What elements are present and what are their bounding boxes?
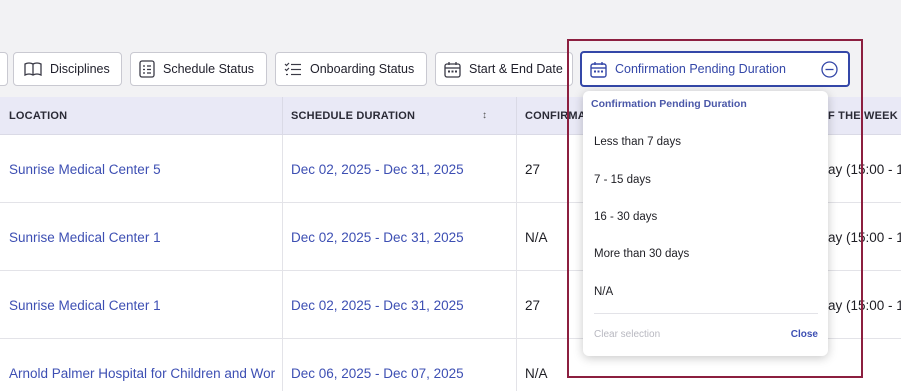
cell-location[interactable]: Sunrise Medical Center 1 xyxy=(9,271,279,339)
header-divider xyxy=(282,97,283,135)
header-confirmation[interactable]: CONFIRMA xyxy=(525,97,585,135)
top-band xyxy=(0,0,901,40)
sort-icon[interactable]: ↕ xyxy=(482,110,487,121)
cell-days: ay (15:00 - 1 xyxy=(828,161,901,177)
cell-schedule-duration[interactable]: Dec 02, 2025 - Dec 31, 2025 xyxy=(291,135,511,203)
filter-bar: Disciplines Schedule Status Onboarding S… xyxy=(0,51,901,87)
filter-schedule-status[interactable]: Schedule Status xyxy=(130,52,267,86)
cell-schedule-duration[interactable]: Dec 02, 2025 - Dec 31, 2025 xyxy=(291,271,511,339)
filter-onboarding-status[interactable]: Onboarding Status xyxy=(275,52,427,86)
cell-location[interactable]: Sunrise Medical Center 1 xyxy=(9,203,279,271)
option-less-than-7-days[interactable]: Less than 7 days xyxy=(594,136,681,148)
dropdown-divider xyxy=(594,313,818,314)
cell-schedule-duration[interactable]: Dec 02, 2025 - Dec 31, 2025 xyxy=(291,203,511,271)
confirmation-pending-dropdown: Confirmation Pending Duration Less than … xyxy=(583,91,828,356)
cell-confirmation: 27 xyxy=(525,161,541,177)
cell-location[interactable]: Arnold Palmer Hospital for Children and … xyxy=(9,339,282,391)
cell-days xyxy=(828,339,901,391)
filter-schedule-status-label: Schedule Status xyxy=(163,62,255,76)
filter-chip-partial[interactable] xyxy=(0,52,8,86)
filter-start-end-date[interactable]: Start & End Date xyxy=(435,52,573,86)
header-divider xyxy=(516,97,517,135)
cell-confirmation: N/A xyxy=(525,229,548,245)
close-button[interactable]: Close xyxy=(791,329,818,340)
cell-schedule-duration[interactable]: Dec 06, 2025 - Dec 07, 2025 xyxy=(291,339,511,391)
clear-selection-button[interactable]: Clear selection xyxy=(594,329,660,340)
dropdown-title: Confirmation Pending Duration xyxy=(591,98,747,110)
book-icon xyxy=(24,62,42,76)
list-check-icon xyxy=(284,62,301,76)
option-more-than-30-days[interactable]: More than 30 days xyxy=(594,248,689,260)
filter-disciplines-label: Disciplines xyxy=(50,62,110,76)
option-na[interactable]: N/A xyxy=(594,286,613,298)
minus-circle-icon[interactable] xyxy=(821,61,838,78)
header-location[interactable]: LOCATION xyxy=(9,97,279,135)
calendar-icon xyxy=(590,61,607,78)
option-16-30-days[interactable]: 16 - 30 days xyxy=(594,211,657,223)
cell-confirmation: N/A xyxy=(525,365,548,381)
header-days-of-week[interactable]: F THE WEEK xyxy=(828,97,901,135)
cell-confirmation: 27 xyxy=(525,297,541,313)
checklist-icon xyxy=(139,60,155,78)
calendar-icon xyxy=(444,61,461,78)
cell-location[interactable]: Sunrise Medical Center 5 xyxy=(9,135,279,203)
option-7-15-days[interactable]: 7 - 15 days xyxy=(594,174,651,186)
filter-onboarding-status-label: Onboarding Status xyxy=(310,62,415,76)
cell-days: ay (15:00 - 1 xyxy=(828,297,901,313)
filter-start-end-label: Start & End Date xyxy=(469,62,563,76)
filter-confirmation-pending[interactable]: Confirmation Pending Duration xyxy=(580,51,850,87)
cell-days: ay (15:00 - 1 xyxy=(828,229,901,245)
header-schedule-duration[interactable]: SCHEDULE DURATION xyxy=(291,97,471,135)
filter-disciplines[interactable]: Disciplines xyxy=(13,52,122,86)
filter-confirmation-pending-label: Confirmation Pending Duration xyxy=(615,62,786,76)
